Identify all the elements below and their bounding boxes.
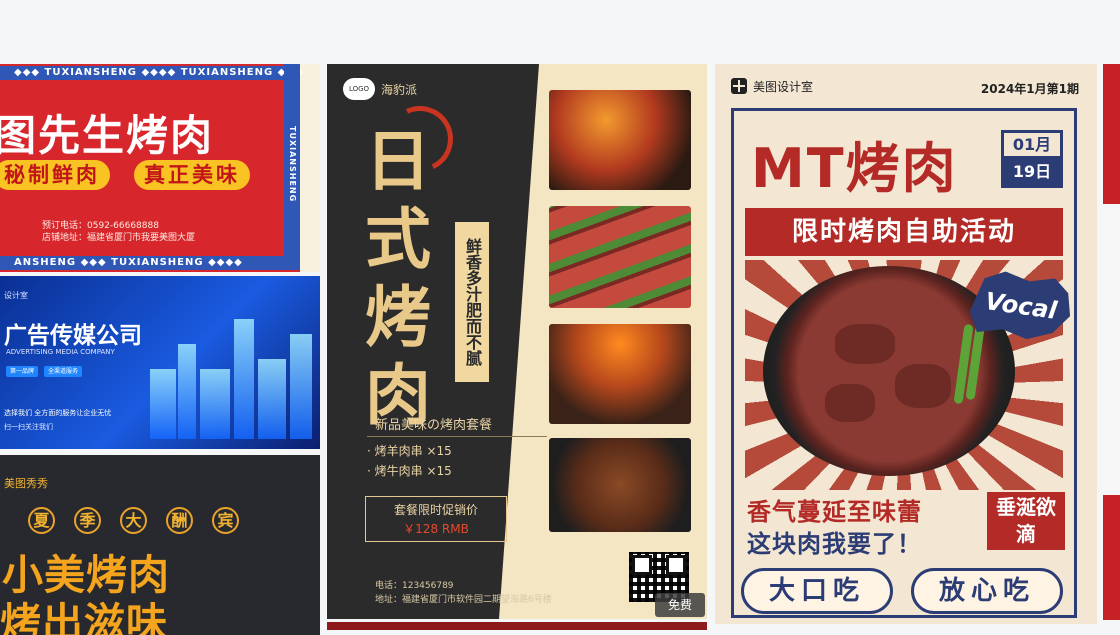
food-photo — [549, 438, 691, 532]
calendar-month: 01月 — [1004, 133, 1060, 159]
slogan-line1: 香气蔓延至味蕾 — [747, 498, 922, 526]
card-title-line2: 烤出滋味 — [0, 599, 168, 635]
meat-graphic — [835, 324, 895, 364]
card-title: 图先生烤肉 — [0, 111, 215, 160]
issue-date: 2024年1月第1期 — [980, 82, 1079, 96]
brand-label: 美图秀秀 — [4, 477, 48, 490]
building-graphic — [178, 344, 196, 439]
pattern-strip-bottom: ANSHENG ◆◆◆ TUXIANSHENG ◆◆◆◆ — [0, 256, 300, 270]
circle-char: 宾 — [212, 507, 239, 534]
template-card-bbq-red[interactable]: ◆◆◆ TUXIANSHENG ◆◆◆◆ TUXIANSHENG ◆◆◆ ANS… — [0, 64, 320, 272]
card-subtitle: ADVERTISING MEDIA COMPANY — [6, 348, 115, 356]
brand-label: 设计室 — [4, 291, 28, 300]
building-graphic — [200, 369, 230, 439]
address-text: 地址：福建省厦门市软件园二期望海路6号楼 — [375, 595, 552, 605]
phone-text: 电话：123456789 — [375, 581, 454, 591]
calendar-day: 19日 — [1004, 159, 1060, 185]
brand-text: 美图设计室 — [753, 80, 814, 94]
circle-char: 酬 — [166, 507, 193, 534]
pill-button: 大口吃 — [741, 568, 893, 614]
card-subtitle: 新品美味の烤肉套餐 — [375, 418, 493, 433]
divider — [367, 436, 547, 437]
card-title: 广告传媒公司 — [4, 323, 142, 349]
grid-icon — [731, 78, 747, 94]
circle-char: 季 — [74, 507, 101, 534]
brand-label: 美图设计室 — [731, 78, 813, 95]
feature-pill: 秘制鲜肉 — [0, 160, 110, 190]
tagline-vertical: 鲜香多汁肥而不腻 — [455, 222, 489, 382]
slogan-line2: 这块肉我要了！ — [747, 530, 922, 558]
food-photo — [549, 90, 691, 190]
tag-button: 全渠道服务 — [44, 366, 83, 377]
free-badge[interactable]: 免费 — [655, 593, 705, 617]
food-photo — [549, 206, 691, 308]
next-card-peek[interactable] — [327, 622, 707, 630]
brand-label: 海豹派 — [381, 83, 418, 97]
card-edge — [300, 64, 320, 272]
building-graphic — [290, 334, 312, 439]
promo-box: 套餐限时促销价 ￥128 RMB — [365, 496, 507, 542]
top-bar — [0, 0, 1120, 58]
circle-char: 夏 — [28, 507, 55, 534]
building-graphic — [150, 369, 176, 439]
next-card-peek — [1103, 210, 1120, 490]
promo-price: ￥128 RMB — [403, 522, 469, 536]
meat-graphic — [895, 364, 951, 408]
slogan-text: 选择我们 全方面的服务让企业无忧 — [4, 409, 112, 417]
building-graphic — [234, 319, 254, 439]
logo-badge: LOGO — [343, 78, 375, 100]
food-photo — [549, 324, 691, 424]
vertical-strip: TUXIANSHENG — [284, 64, 300, 264]
card-title: MT烤肉 — [751, 137, 958, 200]
template-card-mt-bbq[interactable]: 美图设计室 2024年1月第1期 MT烤肉 01月 19日 限时烤肉自助活动 V… — [715, 64, 1097, 624]
address-text: 店铺地址：福建省厦门市我要美图大厦 — [42, 233, 196, 243]
next-card-peek[interactable] — [1103, 64, 1120, 204]
slogan-text-2: 扫一扫关注我们 — [4, 423, 53, 431]
template-card-ad-company[interactable]: 设计室 广告传媒公司 ADVERTISING MEDIA COMPANY 第一品… — [0, 276, 320, 449]
meat-graphic — [825, 384, 875, 422]
stamp-badge: 垂涎欲滴 — [987, 492, 1065, 550]
promo-label: 套餐限时促销价 — [393, 503, 478, 517]
calendar-badge: 01月 19日 — [1001, 130, 1063, 188]
circle-char: 大 — [120, 507, 147, 534]
menu-item: · 烤牛肉串 ×15 — [367, 464, 452, 478]
tag-button: 第一品牌 — [6, 366, 39, 377]
pill-button: 放心吃 — [911, 568, 1063, 614]
template-card-summer-bbq[interactable]: 美图秀秀 夏 季 大 酬 宾 小美烤肉 烤出滋味 — [0, 455, 320, 635]
feature-pill: 真正美味 — [134, 160, 250, 190]
next-card-peek[interactable] — [1103, 495, 1120, 620]
building-graphic — [258, 359, 286, 439]
event-banner: 限时烤肉自助活动 — [745, 208, 1063, 256]
pattern-strip-top: ◆◆◆ TUXIANSHENG ◆◆◆◆ TUXIANSHENG ◆◆◆ — [0, 66, 303, 80]
menu-item: · 烤羊肉串 ×15 — [367, 444, 452, 458]
template-card-japanese-bbq[interactable]: LOGO 海豹派 日式烤肉 鲜香多汁肥而不腻 新品美味の烤肉套餐 · 烤羊肉串 … — [327, 64, 707, 619]
